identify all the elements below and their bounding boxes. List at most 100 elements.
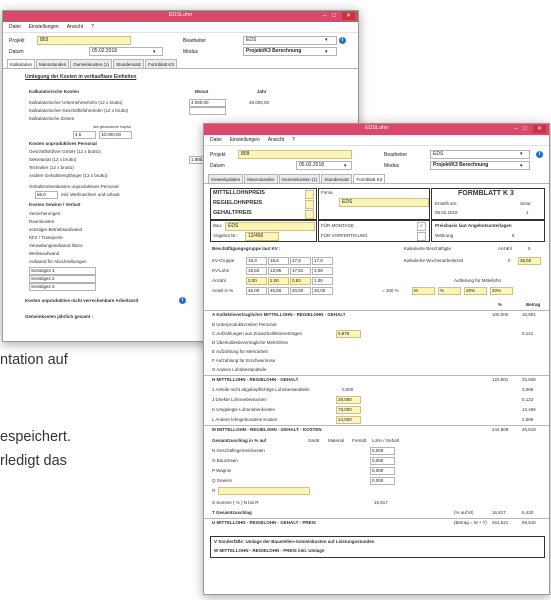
row-i-betrag: 3,089 xyxy=(522,387,534,392)
anteil-cell[interactable]: 46,00 xyxy=(268,287,289,295)
minimize-icon[interactable]: – xyxy=(323,12,326,20)
chevron-down-icon[interactable]: ▾ xyxy=(325,37,328,43)
anteil-cell[interactable]: 20,00 xyxy=(312,287,333,295)
row-p-input[interactable]: 0,000 xyxy=(370,467,395,475)
unternehmerlohn-monat-input[interactable]: 4.000,00 xyxy=(189,99,226,107)
window-title: EDSLohn xyxy=(364,125,389,131)
chevron-down-icon[interactable]: ▾ xyxy=(520,163,523,169)
maximize-icon[interactable]: □ xyxy=(332,12,336,20)
tab-formblatt-k3[interactable]: Formblatt K3 xyxy=(145,59,177,68)
row-n-input[interactable]: 0,000 xyxy=(370,447,395,455)
projekt-input[interactable]: 809 xyxy=(238,150,352,159)
menu-item-einstellungen[interactable]: Einstellungen xyxy=(230,137,260,143)
gehaltpreis-checkbox[interactable] xyxy=(305,210,314,219)
kv-gruppe-cell[interactable]: 17,8 xyxy=(312,257,333,265)
tab-mannstunden[interactable]: Mannstunden xyxy=(244,174,278,183)
menu-item-datei[interactable]: Datei xyxy=(9,24,21,30)
bau-input[interactable]: EDS xyxy=(225,222,315,231)
split-cell[interactable]: 20% xyxy=(490,287,513,295)
montage-checkbox[interactable]: ✓ xyxy=(417,222,426,231)
close-icon[interactable]: ✕ xyxy=(532,125,546,133)
kv-lohn-cell[interactable]: 18,83 xyxy=(246,267,267,275)
minimize-icon[interactable]: – xyxy=(514,125,517,133)
kv-gruppe-cell[interactable]: 18,3 xyxy=(246,257,267,265)
geschaeftsfuehrer-monat-input[interactable] xyxy=(189,107,226,115)
tab-formblatt-k3[interactable]: Formblatt K3 xyxy=(353,174,386,183)
menu-item-ansicht[interactable]: Ansicht xyxy=(67,24,83,30)
info-icon[interactable]: i xyxy=(339,37,346,44)
preisbasis-label: Preisbasis laut Angebotsunterlagen xyxy=(435,223,512,228)
kv-lohn-cell[interactable]: 17,91 xyxy=(290,267,311,275)
row-c-pct-input[interactable]: 0,875 xyxy=(336,330,361,338)
anzahl-cell[interactable]: 0,83 xyxy=(290,277,311,285)
sonstiges1-input[interactable]: Sonstiges 1 xyxy=(29,267,96,275)
kv-gruppe-cell[interactable]: 17,9 xyxy=(290,257,311,265)
zins-kapital-input[interactable]: 10.000,00 xyxy=(99,131,132,139)
gz-heading: Gesamtzuschlag in % auf xyxy=(212,438,267,443)
menu-item-datei[interactable]: Datei xyxy=(210,137,222,143)
erstellt-date: 05.02.2018 xyxy=(435,210,458,215)
sonstiger-betrieb-label: sonstiger Betriebsaufwand xyxy=(29,227,83,232)
tab-gemeinkosten[interactable]: Gemeinkosten (1) xyxy=(278,174,321,183)
arbeits-gruppe-label: Beschäftigungsgruppe laut KV : xyxy=(212,246,281,251)
tab-stundensatz[interactable]: Stundensatz xyxy=(113,59,145,68)
gehalt-pct-input[interactable]: 66,0 xyxy=(35,191,58,199)
firma-input[interactable]: EDS xyxy=(339,198,429,207)
datum-input[interactable]: 05.02.2018 xyxy=(89,47,163,56)
sonstiges2-input[interactable]: Sonstiges 2 xyxy=(29,275,96,283)
close-icon[interactable]: ✕ xyxy=(341,12,355,20)
row-j-pct-input[interactable]: 28,000 xyxy=(336,396,361,404)
anteil-cell[interactable]: 46,00 xyxy=(246,287,267,295)
split-cell[interactable]: % xyxy=(438,287,461,295)
bearbeiter-select[interactable]: EDS xyxy=(243,36,337,45)
formblatt-title: FORMBLATT K 3 xyxy=(458,190,514,197)
anteil-label: Anteil in % xyxy=(212,288,234,293)
row-q-input[interactable]: 0,000 xyxy=(370,477,395,485)
zins-satz-input[interactable]: 4,5 xyxy=(73,131,96,139)
menu-item-help[interactable]: ? xyxy=(292,137,295,143)
anzahl-cell[interactable]: 2,00 xyxy=(246,277,267,285)
row-r-input[interactable] xyxy=(218,487,310,495)
maximize-icon[interactable]: □ xyxy=(523,125,527,133)
menu-item-ansicht[interactable]: Ansicht xyxy=(268,137,284,143)
kv-gruppe-cell[interactable]: 18,6 xyxy=(268,257,289,265)
row-l-pct-input[interactable]: 14,000 xyxy=(336,416,361,424)
menu-item-help[interactable]: ? xyxy=(91,24,94,30)
unternehmerlohn-label: Kalkulatorischer Unternehmerlohn (12 x b… xyxy=(29,100,123,105)
menu-item-einstellungen[interactable]: Einstellungen xyxy=(29,24,59,30)
mittellohnpreis-checkbox[interactable] xyxy=(305,190,314,199)
info-icon[interactable]: i xyxy=(536,151,543,158)
info-icon[interactable]: i xyxy=(179,297,186,304)
montage-box: FÜR MONTAGE ✓ FÜR VORFERTIGUNG xyxy=(318,220,430,242)
anzahl-cell[interactable]: 1,00 xyxy=(312,277,333,285)
tab-kalkulation[interactable]: Kalkulation xyxy=(7,59,36,68)
wochenarbeitszeit-input[interactable]: 38,50 xyxy=(518,257,541,265)
anzahl-cell[interactable]: 2,00 xyxy=(268,277,289,285)
modus-select[interactable]: Projekt/K3 Berechnung xyxy=(430,161,530,170)
bearbeiter-label: Bearbeiter xyxy=(384,151,408,158)
kv-lohn-cell[interactable]: 3,00 xyxy=(312,267,333,275)
row-o-input[interactable]: 0,000 xyxy=(370,457,395,465)
angebot-input[interactable]: 12/456 xyxy=(245,232,279,241)
section-m-label: M MITTELLOHN - REGIELOHN - GEHALT - KOST… xyxy=(212,427,322,432)
vorfertigung-checkbox[interactable] xyxy=(417,232,426,241)
kv-lohn-cell[interactable]: 13,95 xyxy=(268,267,289,275)
tab-mannstunden[interactable]: Mannstunden xyxy=(36,59,70,68)
tab-gewerkdaten[interactable]: Gewerkpdaten xyxy=(208,174,244,183)
chevron-down-icon[interactable]: ▾ xyxy=(153,49,156,55)
tab-stundensatz[interactable]: Stundensatz xyxy=(321,174,353,183)
tab-gemeinkosten[interactable]: Gemeinkosten (1) xyxy=(70,59,113,68)
sonstiges3-input[interactable]: Sonstiges 3 xyxy=(29,283,96,291)
footer-w-label: W MITTELLOHN - REGIELOHN - PREIS inkl. U… xyxy=(214,548,325,553)
chevron-down-icon[interactable]: ▾ xyxy=(344,163,347,169)
row-k-pct-input[interactable]: 73,000 xyxy=(336,406,361,414)
anteil-cell[interactable]: 20,00 xyxy=(290,287,311,295)
split-cell[interactable]: M xyxy=(412,287,435,295)
modus-select[interactable]: Projekt/K3 Berechnung xyxy=(243,47,337,56)
split-cell[interactable]: 25% xyxy=(464,287,487,295)
chevron-down-icon[interactable]: ▾ xyxy=(520,151,523,157)
chevron-down-icon[interactable]: ▾ xyxy=(325,49,328,55)
bearbeiter-select[interactable]: EDS xyxy=(430,150,530,159)
projekt-input[interactable]: 803 xyxy=(37,36,131,45)
regielohnpreis-checkbox[interactable] xyxy=(305,200,314,209)
